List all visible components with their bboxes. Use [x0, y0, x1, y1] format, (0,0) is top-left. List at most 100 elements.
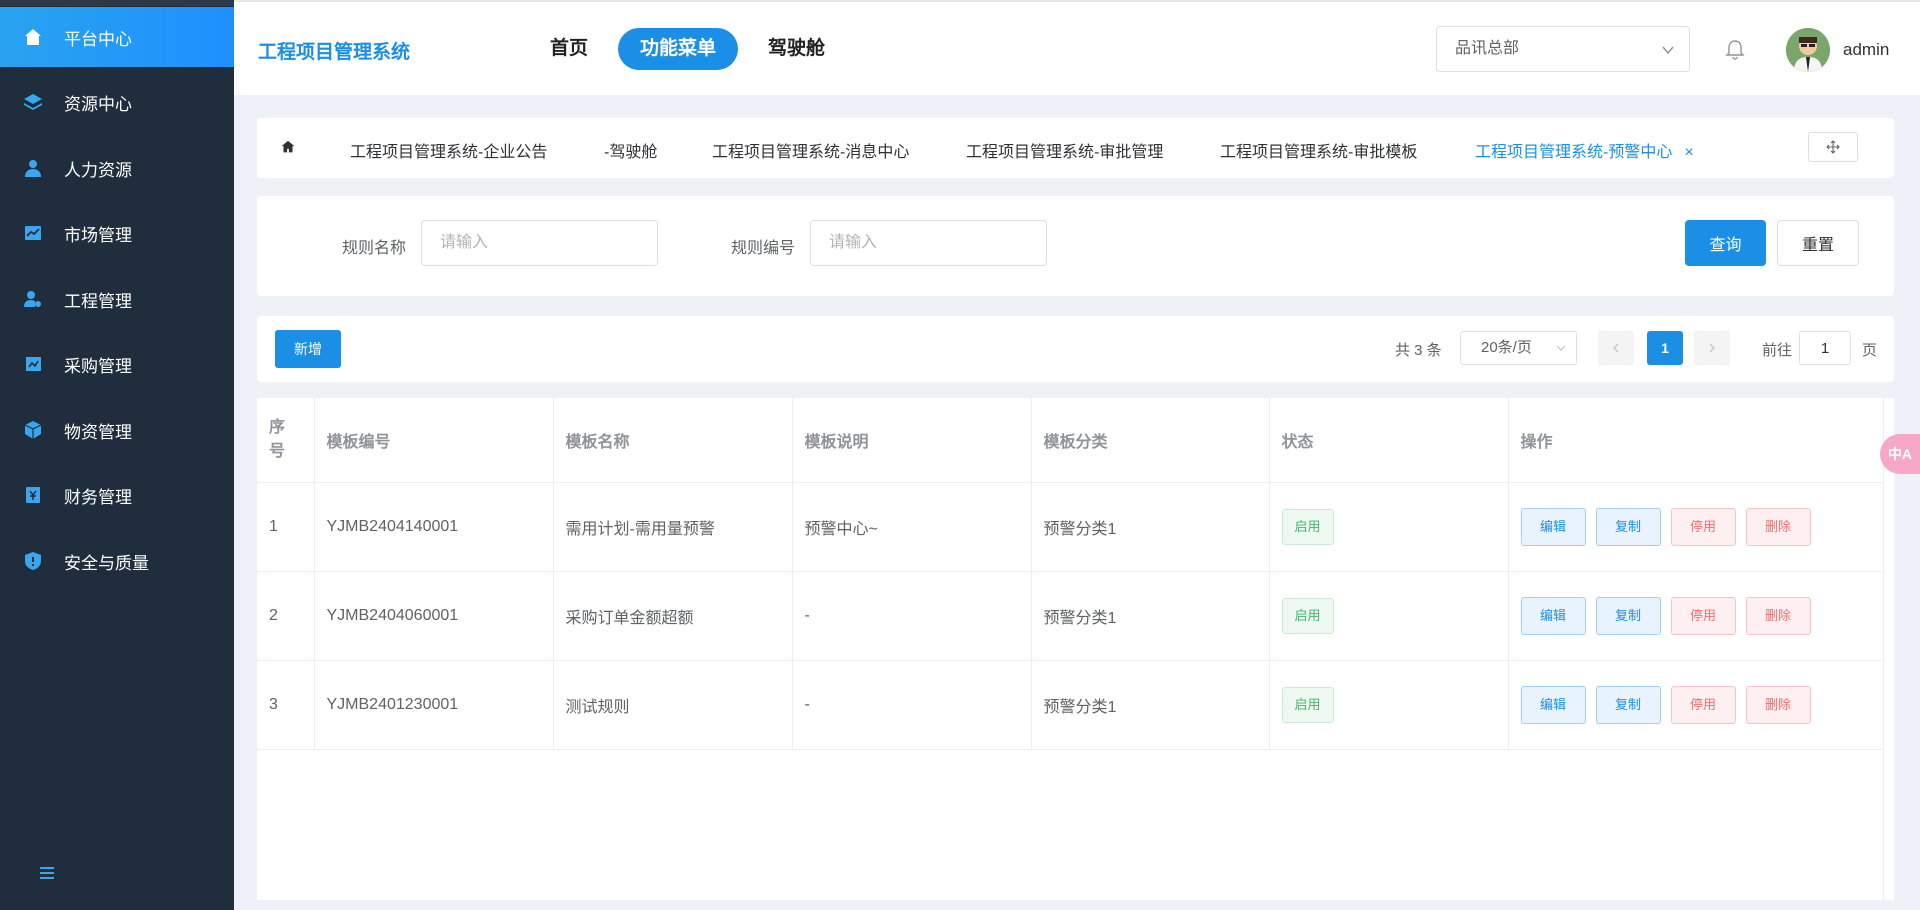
cell-status: 启用	[1269, 571, 1509, 661]
tabs-more-button[interactable]	[1808, 132, 1858, 162]
rule-code-input[interactable]	[810, 220, 1047, 266]
tab-message-center[interactable]: 工程项目管理系统-消息中心	[712, 138, 909, 162]
sidebar-item-human-resources[interactable]: 人力资源	[0, 138, 234, 198]
rule-code-label: 规则编号	[731, 240, 796, 257]
home-icon	[22, 26, 44, 48]
query-button[interactable]: 查询	[1685, 220, 1766, 266]
edit-button[interactable]: 编辑	[1520, 685, 1586, 724]
org-select[interactable]: 品讯总部	[1436, 26, 1690, 72]
edit-button[interactable]: 编辑	[1520, 596, 1586, 635]
sidebar-item-resource-center[interactable]: 资源中心	[0, 72, 234, 132]
header-template-category: 模板分类	[1031, 398, 1270, 483]
goto-page-input[interactable]	[1799, 331, 1851, 365]
cell-actions: 编辑 复制 停用 删除	[1508, 660, 1884, 750]
bell-icon[interactable]	[1724, 38, 1746, 60]
sidebar-item-label: 财务管理	[64, 487, 132, 507]
sidebar-item-label: 人力资源	[64, 160, 132, 180]
next-page-button[interactable]	[1694, 331, 1730, 365]
sidebar-item-label: 采购管理	[64, 356, 132, 376]
sidebar-item-label: 物资管理	[64, 422, 132, 442]
nav-function-menu[interactable]: 功能菜单	[618, 28, 739, 70]
sidebar-item-purchase-management[interactable]: 采购管理	[0, 334, 234, 394]
prev-page-button[interactable]	[1598, 331, 1634, 365]
disable-button[interactable]: 停用	[1670, 596, 1736, 635]
goto-prefix: 前往	[1762, 342, 1793, 359]
nav-home[interactable]: 首页	[528, 28, 610, 70]
status-badge: 启用	[1281, 508, 1334, 545]
sidebar-item-materials-management[interactable]: 物资管理	[0, 400, 234, 460]
add-button[interactable]: 新增	[275, 330, 341, 368]
shield-icon	[22, 550, 44, 572]
rule-name-label: 规则名称	[342, 240, 407, 257]
total-count: 共 3 条	[1395, 342, 1442, 359]
cell-code: YJMB2404060001	[314, 571, 554, 661]
table-row: 3 YJMB2401230001 测试规则 - 预警分类1 启用 编辑 复制 停用删…	[257, 660, 1884, 750]
sidebar-item-label: 资源中心	[64, 94, 132, 114]
reset-button[interactable]: 重置	[1777, 220, 1859, 266]
cell-actions: 编辑 复制 停用 删除	[1508, 571, 1884, 661]
tab-enterprise-notice[interactable]: 工程项目管理系统-企业公告	[350, 138, 547, 162]
tab-warning-center[interactable]: 工程项目管理系统-预警中心 ×	[1475, 138, 1694, 162]
tab-approval-management[interactable]: 工程项目管理系统-审批管理	[966, 138, 1163, 162]
cell-seq: 2	[257, 571, 315, 661]
delete-button[interactable]: 删除	[1745, 596, 1811, 635]
cell-seq: 1	[257, 482, 315, 572]
close-icon[interactable]: ×	[1684, 144, 1693, 161]
header-template-name: 模板名称	[553, 398, 793, 483]
nav-cockpit[interactable]: 驾驶舱	[746, 28, 847, 70]
delete-button[interactable]: 删除	[1745, 685, 1811, 724]
cell-name: 需用计划-需用量预警	[553, 482, 793, 572]
edit-button[interactable]: 编辑	[1520, 507, 1586, 546]
copy-button[interactable]: 复制	[1595, 685, 1661, 724]
sidebar-item-engineering-management[interactable]: 工程管理	[0, 269, 234, 329]
purchase-icon	[22, 353, 44, 375]
cell-name: 采购订单金额超额	[553, 571, 793, 661]
table-right-border	[1883, 398, 1884, 900]
sidebar: 平台中心 资源中心 人力资源 市场管理 工程管理 采购管理 物资管理 财务管理 …	[0, 0, 234, 910]
menu-collapse-icon[interactable]	[36, 862, 58, 884]
header-status: 状态	[1269, 398, 1509, 483]
cell-code: YJMB2401230001	[314, 660, 554, 750]
sidebar-item-safety-quality[interactable]: 安全与质量	[0, 531, 234, 591]
cell-desc: -	[792, 660, 1032, 750]
sidebar-item-finance-management[interactable]: 财务管理	[0, 465, 234, 525]
engineer-icon	[22, 288, 44, 310]
copy-button[interactable]: 复制	[1595, 507, 1661, 546]
cube-icon	[22, 419, 44, 441]
table-header-row: 序号 模板编号 模板名称 模板说明 模板分类 状态 操作	[257, 398, 1884, 483]
translate-icon[interactable]: 中A	[1880, 434, 1920, 474]
cell-desc: 预警中心~	[792, 482, 1032, 572]
chevron-down-icon	[1556, 345, 1566, 351]
sidebar-item-label: 市场管理	[64, 225, 132, 245]
delete-button[interactable]: 删除	[1745, 507, 1811, 546]
header-seq: 序号	[257, 398, 315, 483]
disable-button[interactable]: 停用	[1670, 685, 1736, 724]
layers-icon	[22, 91, 44, 113]
sidebar-item-label: 平台中心	[64, 29, 132, 49]
cell-category: 预警分类1	[1031, 660, 1270, 750]
page-number-button[interactable]: 1	[1647, 331, 1683, 365]
move-icon	[1826, 140, 1840, 154]
status-badge: 启用	[1281, 686, 1334, 723]
tab-approval-template[interactable]: 工程项目管理系统-审批模板	[1220, 138, 1417, 162]
disable-button[interactable]: 停用	[1670, 507, 1736, 546]
sidebar-item-market-management[interactable]: 市场管理	[0, 203, 234, 263]
header-template-desc: 模板说明	[792, 398, 1032, 483]
chevron-right-icon	[1709, 343, 1715, 353]
tab-cockpit[interactable]: -驾驶舱	[604, 138, 657, 162]
user-icon	[22, 157, 44, 179]
home-tab-icon[interactable]	[279, 138, 299, 158]
top-nav: 首页 功能菜单 驾驶舱	[528, 28, 855, 70]
avatar[interactable]	[1786, 28, 1830, 72]
page-size-select[interactable]: 20条/页	[1460, 331, 1577, 365]
copy-button[interactable]: 复制	[1595, 596, 1661, 635]
finance-icon	[22, 484, 44, 506]
chart-icon	[22, 222, 44, 244]
rule-name-input[interactable]	[421, 220, 658, 266]
username[interactable]: admin	[1843, 40, 1889, 60]
table-row: 2 YJMB2404060001 采购订单金额超额 - 预警分类1 启用 编辑复…	[257, 571, 1884, 661]
app-title: 工程项目管理系统	[258, 42, 411, 63]
sidebar-item-platform-center[interactable]: 平台中心	[0, 7, 234, 67]
goto-suffix: 页	[1862, 342, 1878, 359]
page-size-value: 20条/页	[1481, 339, 1532, 356]
